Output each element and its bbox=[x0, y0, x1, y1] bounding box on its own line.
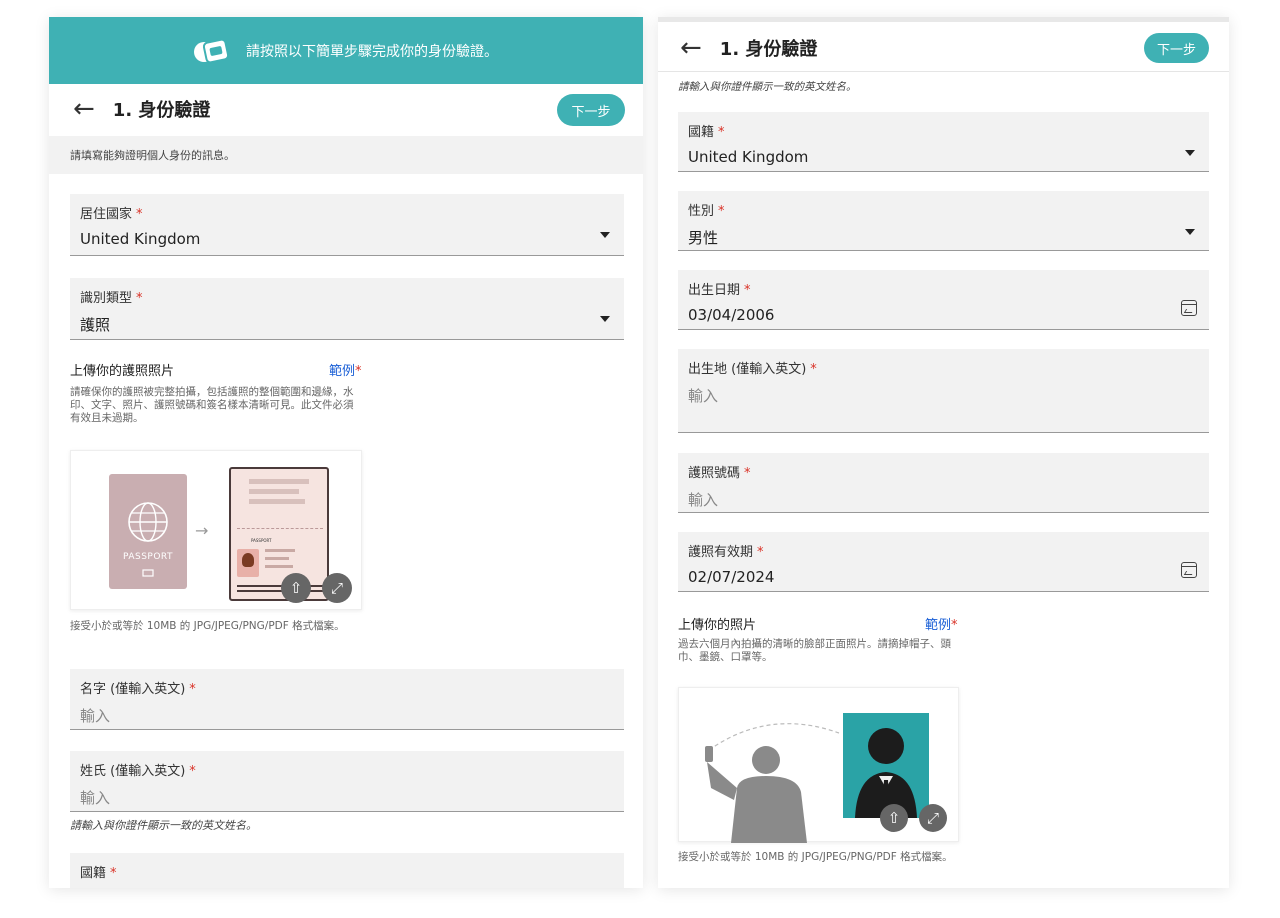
name-hint: 請輸入與你證件顯示一致的英文姓名。 bbox=[678, 81, 857, 93]
birthplace-field[interactable]: 出生地 (僅輸入英文) * 輸入 bbox=[678, 349, 1209, 433]
dob-value: 03/04/2006 bbox=[688, 306, 775, 324]
last-name-label: 姓氏 (僅輸入英文) * bbox=[80, 764, 196, 779]
first-name-label: 名字 (僅輸入英文) * bbox=[80, 682, 196, 697]
passport-upload-area[interactable]: PASSPORT → PASSPORT ⇧ ⤢ bbox=[70, 450, 362, 610]
dob-label: 出生日期 * bbox=[688, 283, 751, 298]
left-panel: 請按照以下簡單步驟完成你的身份驗證。 ← 1. 身份驗證 下一步 請填寫能夠證明… bbox=[49, 17, 643, 888]
back-arrow-icon[interactable]: ← bbox=[73, 96, 95, 122]
passport-page-image: PASSPORT bbox=[229, 467, 329, 601]
photo-upload-area[interactable]: ⇧ ⤢ bbox=[678, 687, 959, 843]
last-name-input[interactable]: 輸入 bbox=[80, 787, 110, 808]
info-banner: 請按照以下簡單步驟完成你的身份驗證。 bbox=[49, 17, 643, 84]
banner-text: 請按照以下簡單步驟完成你的身份驗證。 bbox=[246, 43, 498, 60]
next-button[interactable]: 下一步 bbox=[557, 94, 625, 126]
gender-select[interactable]: 性別 * 男性 bbox=[678, 191, 1209, 251]
arrow-right-icon: → bbox=[195, 521, 209, 540]
upload-icon[interactable]: ⇧ bbox=[281, 573, 311, 603]
passport-number-field[interactable]: 護照號碼 * 輸入 bbox=[678, 453, 1209, 513]
expand-icon[interactable]: ⤢ bbox=[322, 573, 352, 603]
passport-expiry-value: 02/07/2024 bbox=[688, 568, 775, 586]
passport-example-link[interactable]: 範例* bbox=[329, 360, 362, 379]
calendar-icon[interactable] bbox=[1181, 300, 1197, 316]
upload-icon[interactable]: ⇧ bbox=[880, 804, 908, 832]
residence-select[interactable]: 居住國家 * United Kingdom bbox=[70, 194, 624, 256]
residence-value: United Kingdom bbox=[80, 230, 201, 248]
left-header: ← 1. 身份驗證 下一步 bbox=[49, 84, 643, 134]
calendar-icon[interactable] bbox=[1181, 562, 1197, 578]
id-card-icon bbox=[194, 37, 231, 65]
photo-upload-title: 上傳你的照片 bbox=[678, 618, 757, 633]
globe-icon bbox=[128, 502, 168, 577]
passport-upload-description: 請確保你的護照被完整拍攝，包括護照的整個範圍和邊緣，水印、文字、照片、護照號碼和… bbox=[70, 386, 354, 424]
first-name-field[interactable]: 名字 (僅輸入英文) * 輸入 bbox=[70, 669, 624, 730]
name-hint: 請輸入與你證件顯示一致的英文姓名。 bbox=[70, 819, 257, 832]
selfie-illustration bbox=[705, 713, 929, 843]
id-type-label: 識別類型 * bbox=[80, 291, 143, 306]
caret-down-icon bbox=[1185, 150, 1195, 156]
gender-value: 男性 bbox=[688, 229, 719, 247]
birthplace-label: 出生地 (僅輸入英文) * bbox=[688, 362, 817, 377]
passport-expiry-field[interactable]: 護照有效期 * 02/07/2024 bbox=[678, 532, 1209, 592]
passport-number-label: 護照號碼 * bbox=[688, 466, 751, 481]
passport-page-text: PASSPORT bbox=[251, 538, 272, 543]
birthplace-input[interactable]: 輸入 bbox=[688, 385, 718, 406]
identity-hint: 請填寫能夠證明個人身份的訊息。 bbox=[49, 136, 643, 174]
nationality-label: 國籍 * bbox=[80, 866, 117, 881]
dob-field[interactable]: 出生日期 * 03/04/2006 bbox=[678, 270, 1209, 330]
passport-cover-text: PASSPORT bbox=[122, 552, 174, 562]
id-type-value: 護照 bbox=[80, 316, 111, 334]
back-arrow-icon[interactable]: ← bbox=[680, 35, 702, 61]
passport-number-input[interactable]: 輸入 bbox=[688, 489, 718, 510]
next-button[interactable]: 下一步 bbox=[1144, 33, 1209, 63]
photo-file-note: 接受小於或等於 10MB 的 JPG/JPEG/PNG/PDF 格式檔案。 bbox=[678, 851, 953, 863]
page-title: 1. 身份驗證 bbox=[719, 38, 818, 60]
nationality-select[interactable]: 國籍 * United Kingdom bbox=[678, 112, 1209, 172]
page-title: 1. 身份驗證 bbox=[112, 100, 211, 121]
expand-icon[interactable]: ⤢ bbox=[919, 804, 947, 832]
right-header: ← 1. 身份驗證 下一步 bbox=[658, 24, 1229, 72]
last-name-field[interactable]: 姓氏 (僅輸入英文) * 輸入 bbox=[70, 751, 624, 812]
photo-upload-description: 過去六個月內拍攝的清晰的臉部正面照片。請摘掉帽子、頭巾、墨鏡、口罩等。 bbox=[678, 638, 951, 663]
nationality-label: 國籍 * bbox=[688, 125, 725, 140]
nationality-select[interactable]: 國籍 * bbox=[70, 853, 624, 888]
passport-expiry-label: 護照有效期 * bbox=[688, 545, 764, 560]
residence-label: 居住國家 * bbox=[80, 207, 143, 222]
caret-down-icon bbox=[600, 316, 610, 322]
passport-file-note: 接受小於或等於 10MB 的 JPG/JPEG/PNG/PDF 格式檔案。 bbox=[70, 620, 345, 632]
passport-cover-image: PASSPORT bbox=[109, 474, 187, 589]
nationality-value: United Kingdom bbox=[688, 148, 809, 166]
photo-example-link[interactable]: 範例* bbox=[925, 614, 958, 633]
passport-upload-title: 上傳你的護照照片 bbox=[70, 364, 175, 379]
gender-label: 性別 * bbox=[688, 204, 725, 219]
caret-down-icon bbox=[1185, 229, 1195, 235]
right-panel: ← 1. 身份驗證 下一步 請輸入與你證件顯示一致的英文姓名。 國籍 * Unit… bbox=[658, 17, 1229, 888]
first-name-input[interactable]: 輸入 bbox=[80, 705, 110, 726]
caret-down-icon bbox=[600, 232, 610, 238]
id-type-select[interactable]: 識別類型 * 護照 bbox=[70, 278, 624, 340]
